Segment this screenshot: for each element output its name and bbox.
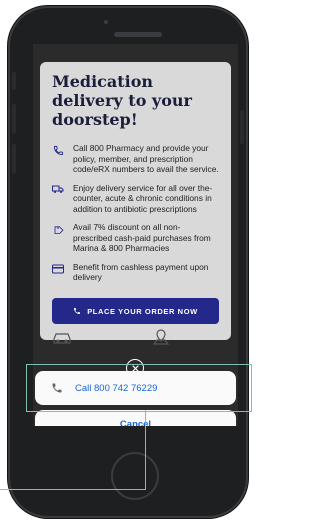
- place-order-button[interactable]: PLACE YOUR ORDER NOW: [52, 298, 219, 324]
- callout-line: [0, 489, 146, 490]
- feature-item: Enjoy delivery service for all over the-…: [52, 183, 219, 215]
- card-icon: [52, 263, 64, 275]
- feature-text: Avail 7% discount on all non-prescribed …: [73, 222, 211, 253]
- volume-up-button: [12, 104, 16, 134]
- power-button: [240, 110, 244, 144]
- feature-item: Avail 7% discount on all non-prescribed …: [52, 222, 219, 254]
- feature-text: Call 800 Pharmacy and provide your polic…: [73, 143, 219, 174]
- cancel-button[interactable]: Cancel: [35, 410, 236, 426]
- feature-item: Benefit from cashless payment upon deliv…: [52, 262, 219, 283]
- volume-down-button: [12, 144, 16, 174]
- delivery-truck-icon: [52, 184, 64, 196]
- card-title: Medication delivery to your doorstep!: [52, 72, 192, 129]
- feature-text: Enjoy delivery service for all over the-…: [73, 182, 213, 214]
- callout-line: [145, 410, 146, 490]
- discount-tag-icon: [52, 223, 64, 235]
- car-icon: [51, 329, 73, 345]
- earpiece-speaker: [114, 32, 162, 37]
- promo-card: Medication delivery to your doorstep! Ca…: [40, 62, 231, 340]
- camera-dot: [104, 20, 108, 24]
- feature-text: Benefit from cashless payment upon deliv…: [73, 261, 209, 283]
- phone-icon: [74, 308, 81, 314]
- callout-box: [26, 364, 252, 412]
- home-button[interactable]: [111, 452, 159, 500]
- feature-item: Call 800 Pharmacy and provide your polic…: [52, 143, 219, 175]
- place-order-label: PLACE YOUR ORDER NOW: [87, 306, 198, 316]
- phone-icon: [52, 144, 64, 156]
- mute-switch: [12, 72, 16, 90]
- location-pin-icon: [151, 329, 171, 345]
